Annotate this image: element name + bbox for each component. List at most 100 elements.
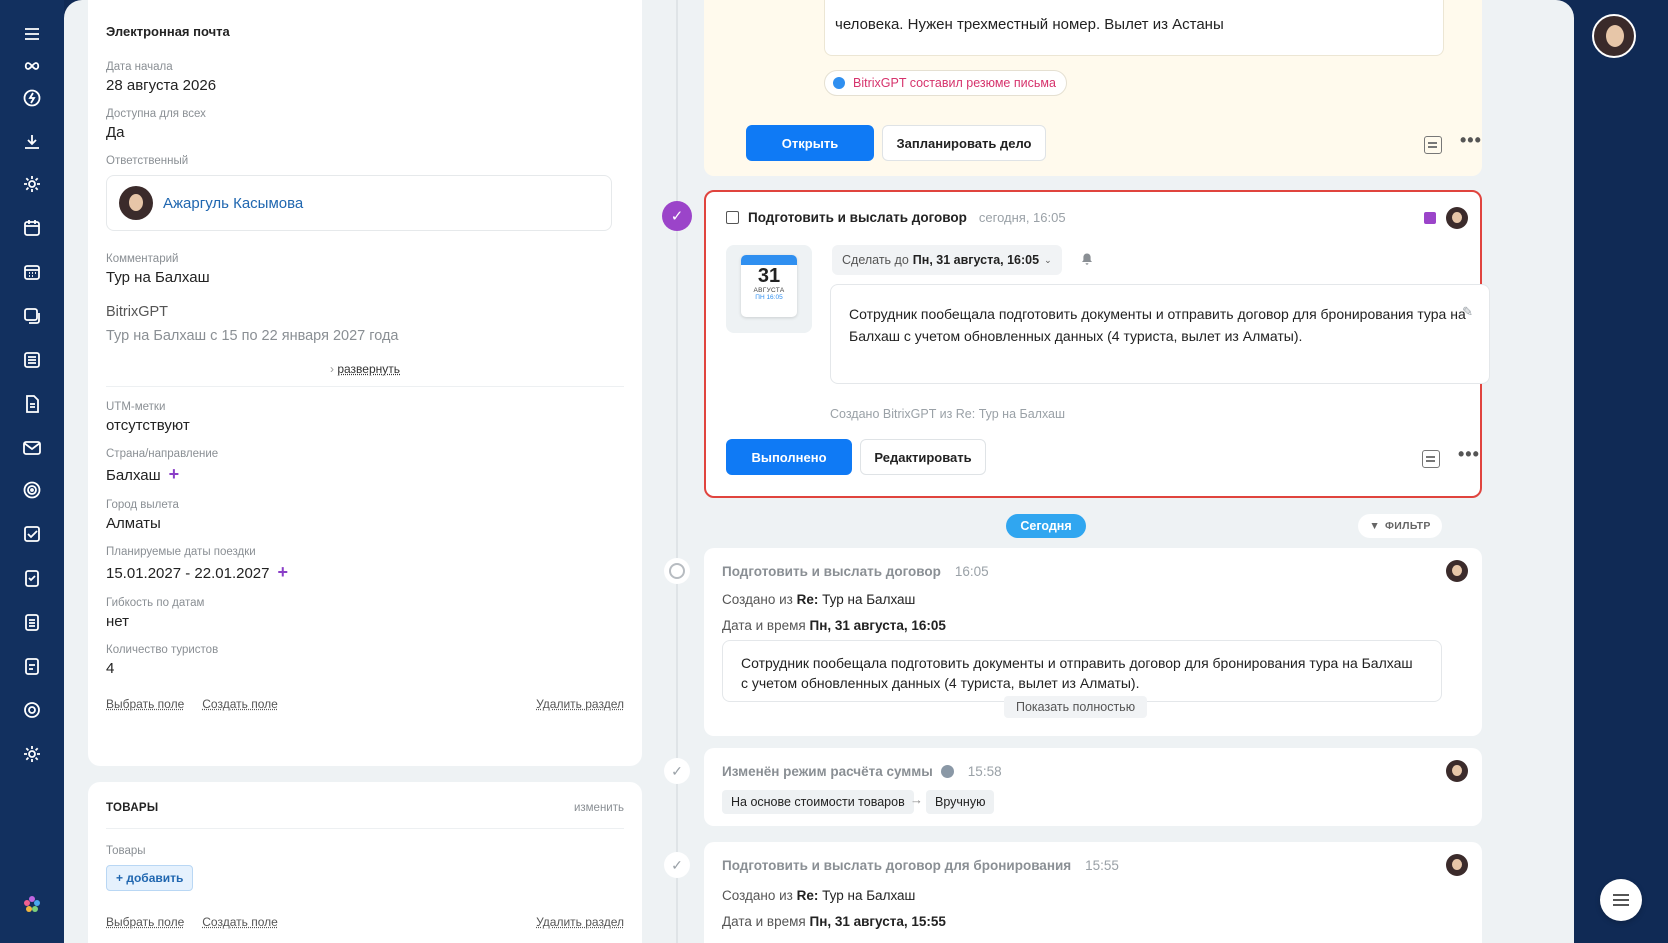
download-icon[interactable] [20, 130, 44, 154]
add-country-plus-icon[interactable]: + [169, 464, 180, 484]
chat-icon[interactable] [20, 304, 44, 328]
to-mode-chip: Вручную [926, 790, 995, 814]
menu-fab-button[interactable] [1600, 879, 1642, 921]
history-time: 15:58 [967, 764, 1002, 779]
delete-section-link[interactable]: Удалить раздел [536, 915, 624, 929]
goods-edit-link[interactable]: изменить [574, 802, 624, 814]
select-field-link[interactable]: Выбрать поле [106, 697, 184, 711]
country-label: Страна/направление [106, 448, 219, 460]
note-icon[interactable] [1422, 450, 1440, 468]
filter-icon: ▼ [1369, 520, 1381, 532]
task-card: Подготовить и выслать договор сегодня, 1… [704, 190, 1490, 498]
today-label: Сегодня [1006, 514, 1086, 538]
add-goods-button[interactable]: + добавить [106, 865, 194, 891]
avatar[interactable] [1446, 854, 1468, 876]
more-icon[interactable]: ••• [1458, 444, 1480, 465]
arrow-right-icon: → [910, 792, 923, 807]
bell-icon[interactable] [1080, 252, 1094, 266]
show-all-button[interactable]: Показать полностью [1004, 696, 1148, 718]
history-item: Изменён режим расчёта суммы 15:58 На осно… [704, 748, 1482, 826]
dates-row: 15.01.2027 - 22.01.2027 + [106, 562, 624, 583]
responsible-name-link[interactable]: Ажаргуль Касымова [163, 195, 303, 212]
history-datetime: Дата и время Пн, 31 августа, 16:05 [722, 618, 946, 633]
tourists-value: 4 [106, 660, 115, 677]
gpt-summary-chip[interactable]: BitrixGPT составил резюме письма [824, 70, 1067, 96]
history-time: 16:05 [954, 564, 989, 579]
goods-card: ТОВАРЫ изменить Товары + добавить Выбрат… [88, 782, 642, 943]
start-date-value: 28 августа 2026 [106, 77, 217, 94]
history-created: Создано из Re: Тур на Балхаш [722, 888, 915, 903]
list-icon[interactable] [20, 348, 44, 372]
history-title: Подготовить и выслать договор 16:05 [722, 564, 989, 579]
created-rest: Тур на Балхаш [822, 592, 916, 607]
edit-button[interactable]: Редактировать [860, 439, 986, 475]
open-button[interactable]: Открыть [746, 125, 874, 161]
history-title-text: Изменён режим расчёта суммы [722, 764, 933, 779]
calendar-time: ПН 16:05 [755, 294, 783, 301]
pencil-icon[interactable]: ✎ [1462, 301, 1473, 323]
deadline-selector[interactable]: Сделать до Пн, 31 августа, 16:05 ⌄ [832, 245, 1062, 275]
task-check-icon[interactable] [20, 522, 44, 546]
datetime-value: Пн, 31 августа, 16:05 [809, 618, 946, 633]
menu-icon[interactable] [20, 22, 44, 46]
document-icon[interactable] [20, 392, 44, 416]
lightning-icon[interactable] [20, 86, 44, 110]
gpt-title: BitrixGPT [106, 304, 169, 320]
gpt-summary-label: BitrixGPT составил резюме письма [853, 76, 1056, 90]
calendar-grid-icon[interactable] [20, 260, 44, 284]
history-title-text: Подготовить и выслать договор для бронир… [722, 858, 1072, 873]
history-item: Подготовить и выслать договор для бронир… [704, 842, 1482, 943]
delete-section-link[interactable]: Удалить раздел [536, 697, 624, 711]
bitrix-flower-icon[interactable] [20, 892, 44, 916]
mail-icon[interactable] [20, 436, 44, 460]
user-avatar[interactable] [1592, 14, 1636, 58]
responsible-label: Ответственный [106, 155, 189, 167]
avatar[interactable] [1446, 760, 1468, 782]
timeline-line [676, 0, 678, 943]
settings-icon[interactable] [20, 172, 44, 196]
gear-alt-icon[interactable] [20, 742, 44, 766]
expand-link[interactable]: развернуть [337, 362, 400, 376]
clipboard-list-icon[interactable] [20, 610, 44, 634]
done-button[interactable]: Выполнено [726, 439, 852, 475]
filter-button[interactable]: ▼ ФИЛЬТР [1358, 514, 1442, 538]
history-title-text: Подготовить и выслать договор [722, 564, 941, 579]
plan-task-button[interactable]: Запланировать дело [882, 125, 1046, 161]
select-field-link[interactable]: Выбрать поле [106, 915, 184, 929]
info-icon[interactable] [940, 765, 954, 778]
avatar[interactable] [1446, 560, 1468, 582]
task-checkbox[interactable] [726, 211, 739, 224]
color-tag-icon[interactable] [1424, 212, 1436, 224]
section-title: Электронная почта [106, 24, 230, 39]
clipboard-alt-icon[interactable] [20, 654, 44, 678]
create-field-link[interactable]: Создать поле [202, 697, 278, 711]
more-icon[interactable]: ••• [1460, 130, 1482, 151]
target-icon[interactable] [20, 478, 44, 502]
divider [106, 386, 624, 387]
dates-label: Планируемые даты поездки [106, 546, 256, 558]
calendar-icon: 31 АВГУСТА ПН 16:05 [741, 255, 797, 317]
from-mode-chip: На основе стоимости товаров [722, 790, 914, 814]
infinity-icon[interactable] [20, 54, 44, 78]
hamburger-icon [1613, 894, 1629, 906]
note-icon[interactable] [1424, 136, 1442, 154]
gear-icon[interactable] [20, 698, 44, 722]
filter-label: ФИЛЬТР [1385, 520, 1431, 532]
dates-value: 15.01.2027 - 22.01.2027 [106, 565, 270, 582]
completed-marker-icon: ✓ [662, 201, 692, 231]
history-title: Изменён режим расчёта суммы 15:58 [722, 764, 1002, 779]
created-bold: Re: [796, 888, 819, 903]
email-card: человека. Нужен трехместный номер. Вылет… [704, 0, 1482, 176]
add-dates-plus-icon[interactable]: + [277, 562, 288, 582]
country-row: Балхаш + [106, 464, 624, 485]
calendar-widget: 31 АВГУСТА ПН 16:05 [726, 245, 812, 333]
deadline-prefix: Сделать до [842, 253, 909, 267]
avatar[interactable] [1446, 207, 1468, 229]
calendar-icon[interactable] [20, 216, 44, 240]
comment-label: Комментарий [106, 253, 179, 265]
city-label: Город вылета [106, 499, 179, 511]
clipboard-icon[interactable] [20, 566, 44, 590]
create-field-link[interactable]: Создать поле [202, 915, 278, 929]
calendar-month: АВГУСТА [753, 287, 785, 294]
history-created: Создано из Re: Тур на Балхаш [722, 592, 915, 607]
